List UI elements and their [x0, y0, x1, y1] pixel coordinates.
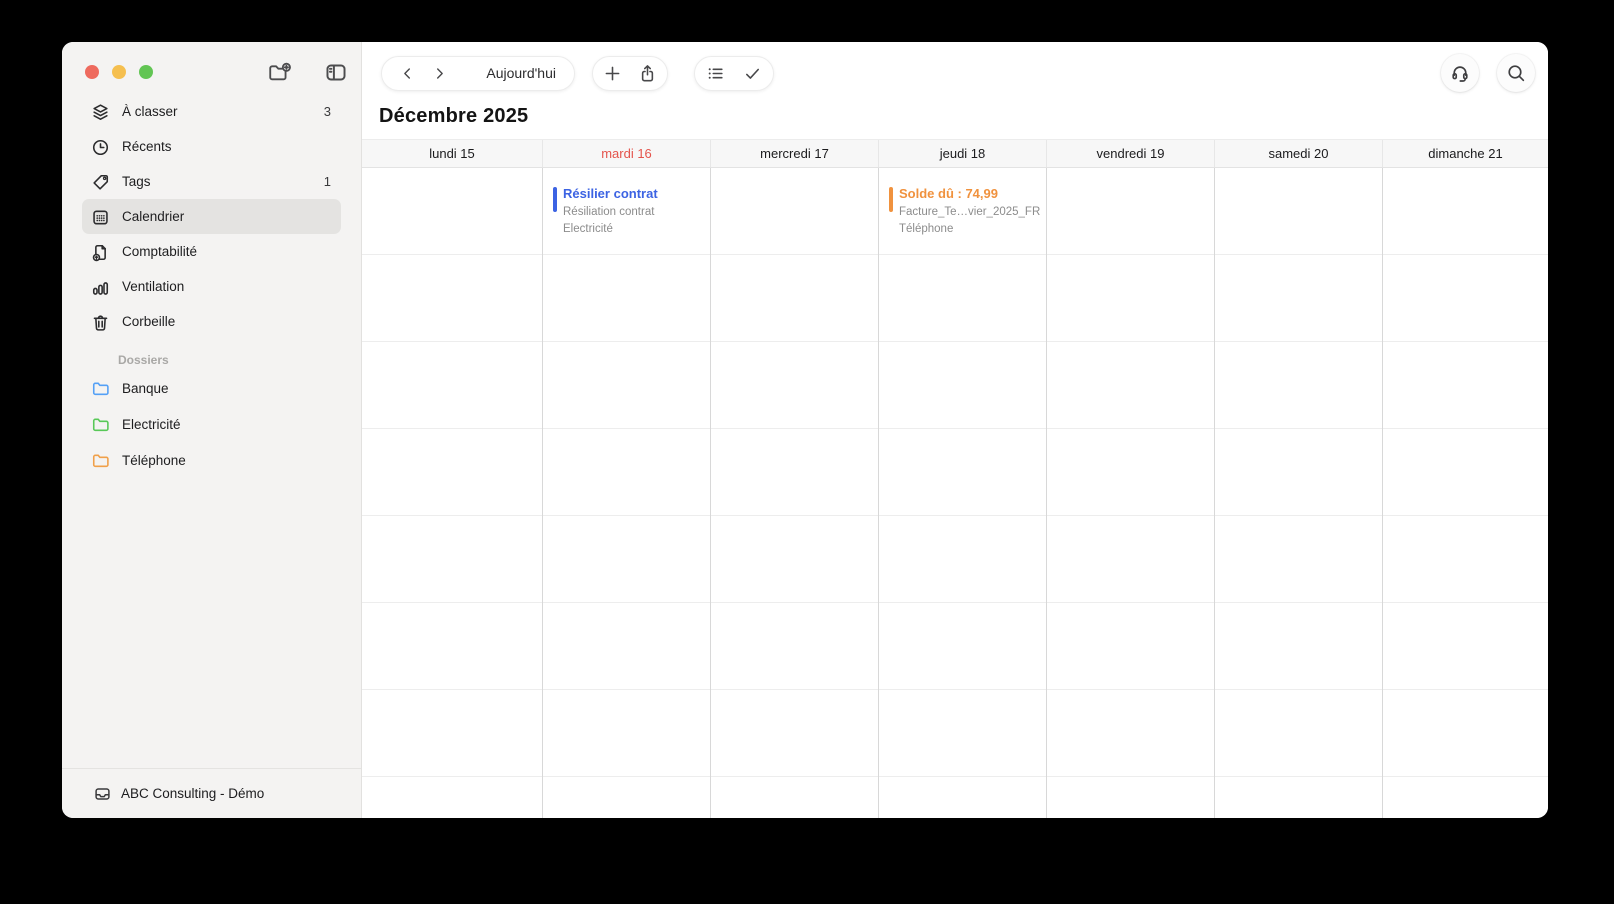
day-header-jeudi: jeudi 18 [878, 140, 1046, 167]
sidebar-item-a-classer[interactable]: À classer 3 [82, 94, 341, 129]
event-title: Solde dû : 74,99 [899, 186, 998, 201]
sidebar-item-label: Banque [122, 380, 169, 396]
bar-chart-icon [91, 278, 111, 296]
layers-icon [91, 103, 111, 121]
sidebar-toggle-button[interactable] [324, 62, 348, 83]
trash-icon [91, 313, 111, 331]
plus-icon [603, 64, 622, 83]
forward-button[interactable] [423, 57, 455, 89]
toolbar: Aujourd'hui [362, 42, 1548, 104]
event-folder: Electricité [563, 223, 613, 235]
sidebar-item-recents[interactable]: Récents [82, 129, 341, 164]
list-icon [706, 64, 725, 83]
day-header-mercredi: mercredi 17 [710, 140, 878, 167]
add-button[interactable] [596, 57, 628, 89]
folder-icon [91, 415, 111, 433]
back-button[interactable] [391, 57, 423, 89]
clock-icon [91, 138, 111, 156]
headset-icon [1450, 63, 1470, 83]
traffic-light-zoom[interactable] [139, 65, 153, 79]
tag-icon [91, 173, 111, 191]
sidebar-item-calendrier[interactable]: Calendrier [82, 199, 341, 234]
new-folder-button[interactable] [267, 62, 292, 83]
page-title: Décembre 2025 [379, 105, 529, 127]
sidebar-nav: À classer 3 Récents Tags 1 Calendrier Co… [62, 94, 361, 478]
sidebar-item-label: Téléphone [122, 452, 186, 468]
sidebar-item-label: Corbeille [122, 314, 176, 329]
event-subtitle: Facture_Te…vier_2025_FR [899, 205, 1041, 218]
list-view-button[interactable] [700, 57, 732, 89]
day-header-dimanche: dimanche 21 [1382, 140, 1548, 167]
add-share-pill [592, 55, 668, 91]
document-coin-icon [91, 243, 111, 261]
day-header-samedi: samedi 20 [1214, 140, 1382, 167]
day-header-lundi: lundi 15 [429, 146, 475, 161]
traffic-light-minimize[interactable] [112, 65, 126, 79]
search-icon [1506, 63, 1526, 83]
sidebar-toggle-icon [324, 62, 348, 83]
sidebar-item-tags[interactable]: Tags 1 [82, 164, 341, 199]
sidebar-item-comptabilite[interactable]: Comptabilité [82, 234, 341, 269]
calendar-header: lundi 15 mardi 16 mercredi 17 jeudi 18 v… [362, 139, 1548, 168]
event-title: Résilier contrat [563, 186, 658, 201]
calendar-day-cell-lundi[interactable] [362, 168, 542, 818]
traffic-light-close[interactable] [85, 65, 99, 79]
sidebar-titlebar [62, 42, 361, 94]
sidebar-item-label: Calendrier [122, 209, 185, 224]
event-folder: Téléphone [899, 223, 954, 235]
calendar-day-cell-mardi[interactable]: Résilier contrat Résiliation contrat Ele… [542, 168, 710, 818]
search-button[interactable] [1497, 54, 1535, 92]
chevron-left-icon [399, 65, 416, 82]
checkmark-icon [743, 64, 762, 83]
event-accent-bar [553, 187, 557, 212]
sidebar-actions [267, 62, 348, 83]
calendar-day-cell-dimanche[interactable] [1382, 168, 1548, 818]
view-pill [694, 55, 774, 91]
folder-icon [91, 451, 111, 469]
today-button[interactable]: Aujourd'hui [486, 65, 556, 81]
chevron-right-icon [431, 65, 448, 82]
account-label: ABC Consulting - Démo [121, 786, 265, 801]
support-button[interactable] [1441, 54, 1479, 92]
calendar-day-cell-samedi[interactable] [1214, 168, 1382, 818]
sidebar-item-ventilation[interactable]: Ventilation [82, 269, 341, 304]
account-row[interactable]: ABC Consulting - Démo [62, 768, 361, 818]
calendar-icon [91, 208, 111, 226]
toolbar-right [1441, 54, 1535, 92]
sidebar-item-label: Comptabilité [122, 244, 198, 259]
sidebar-item-corbeille[interactable]: Corbeille [82, 304, 341, 339]
sidebar: À classer 3 Récents Tags 1 Calendrier Co… [62, 42, 362, 818]
sidebar-item-label: Tags [122, 174, 151, 189]
calendar-grid: Résilier contrat Résiliation contrat Ele… [362, 168, 1548, 818]
folder-icon [91, 379, 111, 397]
inbox-icon [93, 785, 112, 803]
sidebar-item-label: À classer [122, 104, 178, 119]
event-card[interactable]: Solde dû : 74,99 Facture_Te…vier_2025_FR… [889, 186, 1042, 236]
calendar-day-cell-vendredi[interactable] [1046, 168, 1214, 818]
sidebar-item-label: Ventilation [122, 279, 185, 294]
event-accent-bar [889, 187, 893, 212]
share-button[interactable] [632, 57, 664, 89]
event-card[interactable]: Résilier contrat Résiliation contrat Ele… [553, 186, 706, 236]
main-content: Aujourd'hui Décembre 2025 lundi 15 mardi… [362, 42, 1548, 818]
app-window: À classer 3 Récents Tags 1 Calendrier Co… [62, 42, 1548, 818]
calendar-day-cell-mercredi[interactable] [710, 168, 878, 818]
sidebar-item-electricite[interactable]: Electricité [82, 406, 341, 442]
new-folder-icon [267, 62, 292, 83]
tasks-button[interactable] [736, 57, 768, 89]
sidebar-item-label: Récents [122, 139, 172, 154]
count-badge: 1 [323, 174, 331, 189]
sidebar-item-label: Electricité [122, 416, 181, 432]
day-header-vendredi: vendredi 19 [1046, 140, 1214, 167]
sidebar-item-telephone[interactable]: Téléphone [82, 442, 341, 478]
sidebar-item-banque[interactable]: Banque [82, 370, 341, 406]
count-badge: 3 [323, 104, 331, 119]
folders-section-label: Dossiers [118, 353, 169, 367]
navigation-pill: Aujourd'hui [381, 55, 575, 91]
share-icon [638, 64, 657, 83]
event-subtitle: Résiliation contrat [563, 205, 655, 218]
day-header-mardi-today: mardi 16 [542, 140, 710, 167]
calendar-day-cell-jeudi[interactable]: Solde dû : 74,99 Facture_Te…vier_2025_FR… [878, 168, 1046, 818]
